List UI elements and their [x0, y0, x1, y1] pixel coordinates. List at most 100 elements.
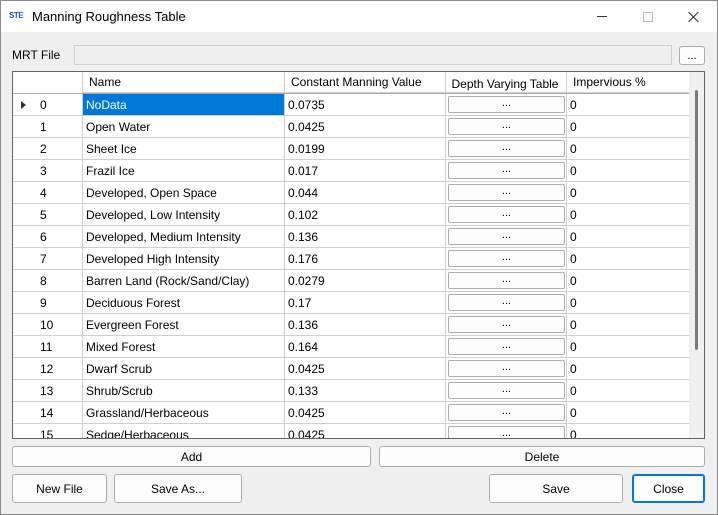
cell-name[interactable]: Dwarf Scrub: [83, 358, 285, 379]
header-corner[interactable]: [13, 72, 83, 93]
table-row[interactable]: 7 Developed High Intensity 0.176... 0: [13, 248, 689, 270]
cell-impervious[interactable]: 0: [567, 248, 689, 269]
cell-manning-value[interactable]: 0.136: [285, 226, 446, 247]
row-header[interactable]: 12: [13, 358, 83, 379]
cell-impervious[interactable]: 0: [567, 138, 689, 159]
depth-table-button[interactable]: ...: [448, 316, 565, 333]
cell-impervious[interactable]: 0: [567, 160, 689, 181]
cell-impervious[interactable]: 0: [567, 204, 689, 225]
mrt-browse-button[interactable]: ...: [679, 46, 705, 65]
cell-name[interactable]: Barren Land (Rock/Sand/Clay): [83, 270, 285, 291]
delete-button[interactable]: Delete: [379, 446, 705, 467]
cell-name[interactable]: Frazil Ice: [83, 160, 285, 181]
depth-table-button[interactable]: ...: [448, 228, 565, 245]
table-row[interactable]: 12 Dwarf Scrub 0.0425... 0: [13, 358, 689, 380]
table-row[interactable]: 9 Deciduous Forest 0.17... 0: [13, 292, 689, 314]
cell-name[interactable]: Developed High Intensity: [83, 248, 285, 269]
row-header[interactable]: 0: [13, 94, 83, 115]
cell-manning-value[interactable]: 0.102: [285, 204, 446, 225]
cell-impervious[interactable]: 0: [567, 424, 689, 438]
mrt-file-input[interactable]: [74, 45, 672, 65]
column-header-manning-value[interactable]: Constant Manning Value: [285, 72, 446, 93]
cell-manning-value[interactable]: 0.0425: [285, 424, 446, 438]
scrollbar-thumb[interactable]: [695, 90, 698, 350]
row-header[interactable]: 4: [13, 182, 83, 203]
table-row[interactable]: 3 Frazil Ice 0.017... 0: [13, 160, 689, 182]
cell-name[interactable]: Sedge/Herbaceous: [83, 424, 285, 438]
depth-table-button[interactable]: ...: [448, 140, 565, 157]
cell-name[interactable]: NoData: [83, 94, 285, 115]
cell-name[interactable]: Developed, Low Intensity: [83, 204, 285, 225]
cell-impervious[interactable]: 0: [567, 270, 689, 291]
cell-manning-value[interactable]: 0.0425: [285, 358, 446, 379]
cell-manning-value[interactable]: 0.0425: [285, 402, 446, 423]
cell-name[interactable]: Developed, Open Space: [83, 182, 285, 203]
manning-table-grid[interactable]: Name Constant Manning Value Depth Varyin…: [12, 71, 705, 439]
column-header-name[interactable]: Name: [83, 72, 285, 93]
cell-impervious[interactable]: 0: [567, 402, 689, 423]
depth-table-button[interactable]: ...: [448, 118, 565, 135]
cell-name[interactable]: Deciduous Forest: [83, 292, 285, 313]
table-row[interactable]: 14 Grassland/Herbaceous 0.0425... 0: [13, 402, 689, 424]
row-header[interactable]: 2: [13, 138, 83, 159]
row-header[interactable]: 1: [13, 116, 83, 137]
depth-table-button[interactable]: ...: [448, 404, 565, 421]
cell-impervious[interactable]: 0: [567, 182, 689, 203]
minimize-button[interactable]: [579, 1, 625, 32]
row-header[interactable]: 6: [13, 226, 83, 247]
table-row[interactable]: 10 Evergreen Forest 0.136... 0: [13, 314, 689, 336]
row-header[interactable]: 8: [13, 270, 83, 291]
cell-impervious[interactable]: 0: [567, 116, 689, 137]
cell-manning-value[interactable]: 0.017: [285, 160, 446, 181]
table-row[interactable]: 4 Developed, Open Space 0.044... 0: [13, 182, 689, 204]
save-as-button[interactable]: Save As...: [114, 474, 242, 503]
row-header[interactable]: 15: [13, 424, 83, 438]
row-header[interactable]: 11: [13, 336, 83, 357]
cell-name[interactable]: Grassland/Herbaceous: [83, 402, 285, 423]
cell-name[interactable]: Evergreen Forest: [83, 314, 285, 335]
cell-manning-value[interactable]: 0.0425: [285, 116, 446, 137]
window-close-button[interactable]: [671, 1, 717, 32]
close-button[interactable]: Close: [632, 474, 705, 503]
depth-table-button[interactable]: ...: [448, 162, 565, 179]
table-row[interactable]: 0 NoData 0.0735... 0: [13, 94, 689, 116]
cell-manning-value[interactable]: 0.176: [285, 248, 446, 269]
depth-table-button[interactable]: ...: [448, 250, 565, 267]
column-header-impervious[interactable]: Impervious %: [567, 72, 689, 93]
cell-manning-value[interactable]: 0.136: [285, 314, 446, 335]
depth-table-button[interactable]: ...: [448, 360, 565, 377]
row-header[interactable]: 3: [13, 160, 83, 181]
new-file-button[interactable]: New File: [12, 474, 107, 503]
cell-manning-value[interactable]: 0.17: [285, 292, 446, 313]
cell-impervious[interactable]: 0: [567, 292, 689, 313]
vertical-scrollbar[interactable]: [689, 72, 704, 438]
depth-table-button[interactable]: ...: [448, 272, 565, 289]
cell-impervious[interactable]: 0: [567, 336, 689, 357]
cell-name[interactable]: Developed, Medium Intensity: [83, 226, 285, 247]
row-header[interactable]: 7: [13, 248, 83, 269]
cell-manning-value[interactable]: 0.0199: [285, 138, 446, 159]
table-row[interactable]: 1 Open Water 0.0425... 0: [13, 116, 689, 138]
depth-table-button[interactable]: ...: [448, 184, 565, 201]
cell-manning-value[interactable]: 0.0279: [285, 270, 446, 291]
add-button[interactable]: Add: [12, 446, 371, 467]
table-row[interactable]: 2 Sheet Ice 0.0199... 0: [13, 138, 689, 160]
row-header[interactable]: 10: [13, 314, 83, 335]
cell-impervious[interactable]: 0: [567, 358, 689, 379]
cell-name[interactable]: Mixed Forest: [83, 336, 285, 357]
depth-table-button[interactable]: ...: [448, 382, 565, 399]
cell-manning-value[interactable]: 0.0735: [285, 94, 446, 115]
depth-table-button[interactable]: ...: [448, 294, 565, 311]
table-row[interactable]: 8 Barren Land (Rock/Sand/Clay) 0.0279... 0: [13, 270, 689, 292]
cell-manning-value[interactable]: 0.044: [285, 182, 446, 203]
table-row[interactable]: 5 Developed, Low Intensity 0.102... 0: [13, 204, 689, 226]
cell-impervious[interactable]: 0: [567, 94, 689, 115]
table-row[interactable]: 13 Shrub/Scrub 0.133... 0: [13, 380, 689, 402]
depth-table-button[interactable]: ...: [448, 206, 565, 223]
table-row[interactable]: 6 Developed, Medium Intensity 0.136... 0: [13, 226, 689, 248]
row-header[interactable]: 5: [13, 204, 83, 225]
cell-manning-value[interactable]: 0.133: [285, 380, 446, 401]
depth-table-button[interactable]: ...: [448, 96, 565, 113]
cell-impervious[interactable]: 0: [567, 226, 689, 247]
row-header[interactable]: 9: [13, 292, 83, 313]
